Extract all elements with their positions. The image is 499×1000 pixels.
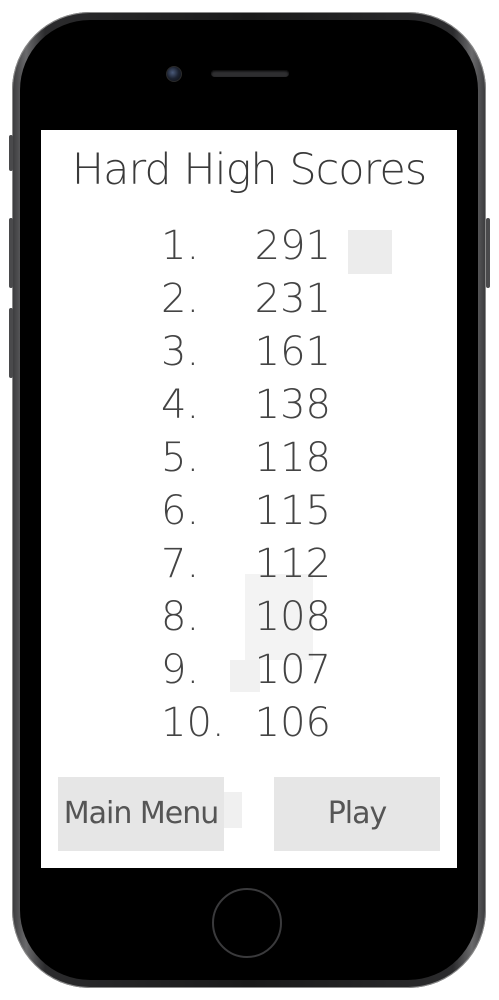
rank-label: 7. xyxy=(161,541,200,587)
score-value: 112 xyxy=(254,541,331,587)
score-value: 138 xyxy=(254,382,331,428)
score-value: 107 xyxy=(254,647,331,693)
score-value: 161 xyxy=(254,329,331,375)
score-row: 5. 118 xyxy=(41,432,457,485)
score-value: 291 xyxy=(254,223,331,269)
earpiece-speaker xyxy=(211,70,289,77)
home-button[interactable] xyxy=(212,888,282,958)
score-row: 9. 107 xyxy=(41,644,457,697)
rank-label: 4. xyxy=(161,382,200,428)
score-row: 3. 161 xyxy=(41,326,457,379)
faded-tile xyxy=(224,792,242,828)
page-title: Hard High Scores xyxy=(71,145,427,195)
volume-down-button xyxy=(9,308,13,378)
score-value: 108 xyxy=(254,594,331,640)
score-value: 118 xyxy=(254,435,331,481)
score-value: 106 xyxy=(254,700,331,746)
play-button[interactable]: Play xyxy=(274,777,440,851)
rank-label: 2. xyxy=(161,276,200,322)
mute-switch xyxy=(9,135,13,171)
score-row: 4. 138 xyxy=(41,379,457,432)
rank-label: 3. xyxy=(161,329,200,375)
rank-label: 1. xyxy=(161,223,200,269)
power-button xyxy=(486,218,490,288)
game-screen: Hard High Scores 1. 291 2. 231 3. 161 4.… xyxy=(41,130,457,868)
score-row: 2. 231 xyxy=(41,273,457,326)
rank-label: 8. xyxy=(161,594,200,640)
score-row: 6. 115 xyxy=(41,485,457,538)
score-value: 115 xyxy=(254,488,331,534)
volume-up-button xyxy=(9,218,13,288)
score-row: 7. 112 xyxy=(41,538,457,591)
score-row: 8. 108 xyxy=(41,591,457,644)
rank-label: 6. xyxy=(161,488,200,534)
score-row: 10. 106 xyxy=(41,697,457,750)
score-value: 231 xyxy=(254,276,331,322)
main-menu-button[interactable]: Main Menu xyxy=(58,777,224,851)
rank-label: 9. xyxy=(161,647,200,693)
rank-label: 10. xyxy=(161,700,225,746)
front-camera-icon xyxy=(166,66,182,82)
rank-label: 5. xyxy=(161,435,200,481)
score-row: 1. 291 xyxy=(41,220,457,273)
